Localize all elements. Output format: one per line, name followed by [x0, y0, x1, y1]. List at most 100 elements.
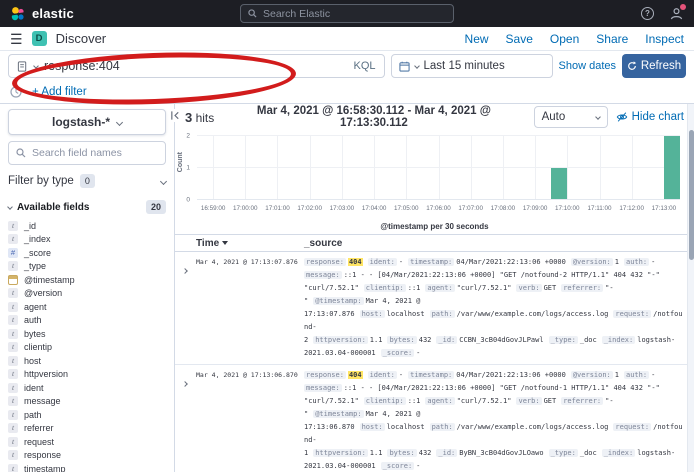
interval-select[interactable]: Auto [534, 106, 608, 128]
field-item-request[interactable]: trequest [8, 435, 166, 449]
show-dates-link[interactable]: Show dates [559, 60, 616, 72]
time-column-header[interactable]: Time [196, 238, 304, 249]
source-field-key: _id: [436, 336, 457, 344]
saved-query-menu-icon[interactable] [17, 61, 28, 72]
field-item-version[interactable]: t@version [8, 287, 166, 301]
field-item-auth[interactable]: tauth [8, 314, 166, 328]
field-item-timestamp[interactable]: @timestamp [8, 273, 166, 287]
field-item-timestamp[interactable]: ttimestamp [8, 462, 166, 472]
field-name: @version [24, 288, 62, 298]
string-field-icon: t [8, 302, 18, 312]
inspect-button[interactable]: Inspect [645, 32, 684, 46]
expand-row-icon[interactable] [183, 369, 196, 472]
fields-sidebar: logstash-* Search field names Filter by … [0, 104, 175, 472]
help-icon-glyph: ? [641, 7, 654, 20]
source-field-key: @version: [571, 258, 613, 266]
source-field-key: auth: [624, 258, 649, 266]
user-avatar[interactable] [669, 6, 684, 21]
source-field-key: timestamp: [408, 371, 454, 379]
x-tick-label: 17:07:00 [458, 205, 483, 212]
expand-row-icon[interactable] [183, 256, 196, 360]
field-item-agent[interactable]: tagent [8, 300, 166, 314]
save-button[interactable]: Save [506, 32, 533, 46]
filter-set-menu-icon[interactable] [10, 86, 22, 98]
field-name: _score [24, 248, 51, 258]
table-header: Time _source [175, 235, 694, 252]
new-button[interactable]: New [465, 32, 489, 46]
help-icon[interactable]: ? [640, 6, 655, 21]
source-field-value: 432 [419, 449, 432, 457]
field-item-response[interactable]: tresponse [8, 449, 166, 463]
hide-chart-link[interactable]: Hide chart [616, 111, 684, 123]
field-item-bytes[interactable]: tbytes [8, 327, 166, 341]
space-badge[interactable]: D [32, 31, 47, 46]
field-item-message[interactable]: t message [8, 395, 166, 409]
field-name: bytes [24, 329, 46, 339]
add-filter-link[interactable]: + Add filter [32, 86, 87, 98]
x-tick-label: 17:06:00 [426, 205, 451, 212]
histogram-bar[interactable] [664, 136, 680, 199]
source-field-key: path: [430, 423, 455, 431]
field-item-clientip[interactable]: tclientip [8, 341, 166, 355]
date-picker[interactable]: Last 15 minutes [391, 54, 553, 78]
field-item-_type[interactable]: t_type [8, 260, 166, 274]
field-name: _id [24, 221, 36, 231]
hits-label: hits [196, 111, 215, 125]
global-search-placeholder: Search Elastic [263, 8, 330, 20]
string-field-icon: t [8, 315, 18, 325]
chevron-down-icon [116, 118, 123, 125]
field-item-ident[interactable]: tident [8, 381, 166, 395]
x-tick-label: 17:09:00 [523, 205, 548, 212]
available-fields-header[interactable]: Available fields 20 [8, 200, 166, 214]
chevron-down-icon [7, 204, 13, 210]
time-range-label[interactable]: Last 15 minutes [424, 60, 505, 72]
source-field-key: host: [360, 310, 385, 318]
share-button[interactable]: Share [596, 32, 628, 46]
index-pattern-select[interactable]: logstash-* [8, 109, 166, 135]
y-axis: 012 [175, 136, 193, 200]
field-item-_id[interactable]: t_id [8, 219, 166, 233]
scrollbar-thumb[interactable] [689, 130, 694, 260]
source-field-value: - [399, 371, 403, 379]
field-item-path[interactable]: tpath [8, 408, 166, 422]
source-field-key: _score: [381, 462, 415, 470]
field-item-_score[interactable]: # _score [8, 246, 166, 260]
source-field-value: 1 [615, 371, 619, 379]
string-field-icon: t [8, 396, 18, 406]
source-field-key: bytes: [387, 336, 416, 344]
source-field-value: GET [544, 284, 557, 292]
source-field-value: _doc [580, 336, 597, 344]
source-field-value: 1.1 [370, 449, 383, 457]
field-item-_index[interactable]: t_index [8, 233, 166, 247]
field-item-host[interactable]: thost [8, 354, 166, 368]
query-language-label[interactable]: KQL [354, 60, 376, 72]
field-item-referrer[interactable]: treferrer [8, 422, 166, 436]
source-field-value: - [416, 462, 420, 470]
chevron-down-icon [414, 63, 420, 69]
elastic-logo[interactable]: elastic [10, 6, 74, 22]
x-tick-label: 17:08:00 [491, 205, 516, 212]
refresh-button[interactable]: Refresh [622, 54, 686, 78]
source-field-value: - [416, 349, 420, 357]
open-button[interactable]: Open [550, 32, 579, 46]
filter-by-type-toggle[interactable]: Filter by type 0 [8, 171, 166, 191]
string-field-icon: t [8, 437, 18, 447]
global-header: elastic Search Elastic ? [0, 0, 694, 27]
histogram-bar[interactable] [551, 168, 567, 200]
field-item-httpversion[interactable]: thttpversion [8, 368, 166, 382]
x-axis-ticks: 16:59:0017:00:0017:01:0017:02:0017:03:00… [197, 205, 680, 214]
number-field-icon: # [8, 248, 18, 258]
source-field-key: httpversion: [313, 449, 368, 457]
string-field-icon: t [8, 356, 18, 366]
field-name: message [24, 396, 61, 406]
source-field-key: _index: [602, 449, 636, 457]
collapse-sidebar-icon[interactable] [169, 109, 182, 122]
query-input[interactable]: response:404 KQL [8, 54, 385, 78]
source-field-value: _doc [580, 449, 597, 457]
calendar-icon [399, 61, 410, 72]
hamburger-menu-icon[interactable]: ☰ [10, 32, 23, 46]
time-column-label: Time [196, 238, 219, 249]
global-search-input[interactable]: Search Elastic [240, 4, 454, 23]
field-search-input[interactable]: Search field names [8, 141, 166, 165]
string-field-icon: t [8, 423, 18, 433]
